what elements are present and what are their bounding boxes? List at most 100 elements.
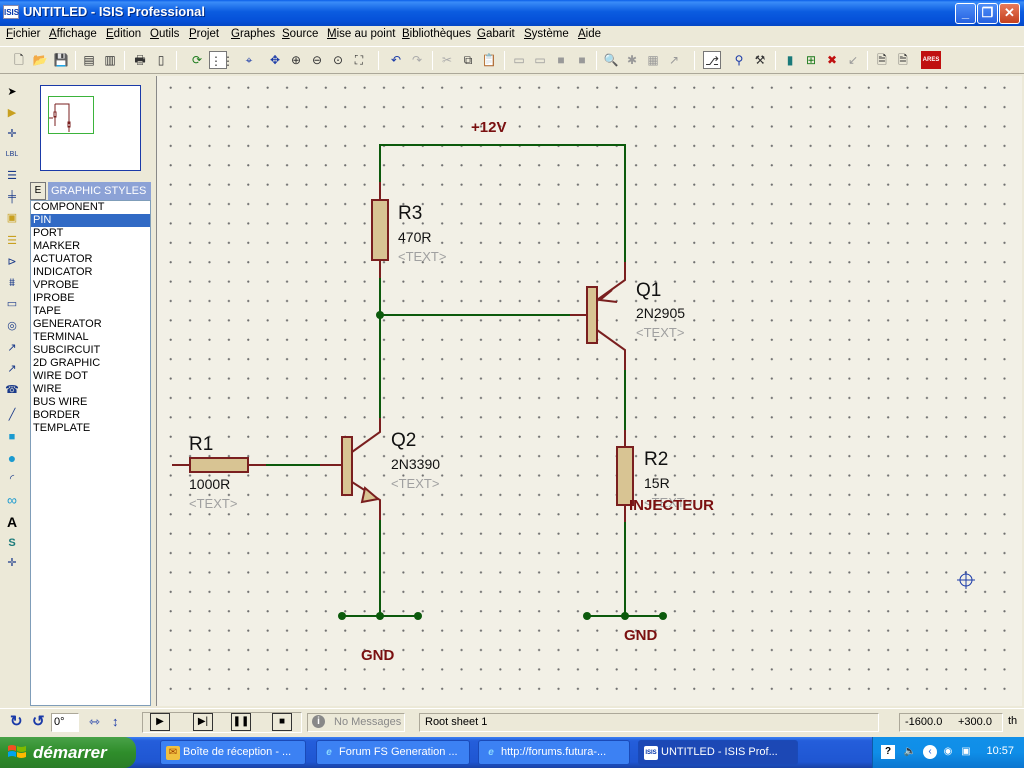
messages-panel[interactable]: i No Messages	[307, 713, 405, 732]
junction-dot[interactable]	[338, 612, 346, 620]
component-value[interactable]: 15R	[644, 475, 670, 491]
stop-button[interactable]: ■	[272, 713, 292, 731]
list-item[interactable]: BORDER	[31, 409, 150, 422]
list-item[interactable]: WIRE DOT	[31, 370, 150, 383]
ground-label[interactable]: GND	[361, 647, 395, 664]
step-button[interactable]: ▶|	[193, 713, 213, 731]
zoom-area-icon[interactable]: ⛶	[350, 51, 368, 69]
bill-of-materials-icon[interactable]: ↙	[844, 51, 862, 69]
list-item[interactable]: IPROBE	[31, 292, 150, 305]
close-button[interactable]: ✕	[999, 3, 1020, 24]
terminal-icon[interactable]: ☰	[3, 232, 21, 250]
pick-device-icon[interactable]: 🔍	[602, 51, 620, 69]
list-item[interactable]: ACTUATOR	[31, 253, 150, 266]
list-item[interactable]: 2D GRAPHIC	[31, 357, 150, 370]
wire-label-icon[interactable]: LBL	[3, 146, 21, 164]
help-icon[interactable]: ?	[881, 745, 895, 759]
bus-icon[interactable]: ╪	[3, 188, 21, 206]
task-forum-browser[interactable]: e Forum FS Generation ...	[316, 740, 470, 765]
generator-icon[interactable]: ◎	[3, 317, 21, 335]
block-copy-icon[interactable]: ▭	[510, 51, 528, 69]
package-icon[interactable]: ▦	[644, 51, 662, 69]
new-sheet-icon[interactable]: ▮	[781, 51, 799, 69]
component-value[interactable]: 2N2905	[636, 305, 685, 321]
menu-fichier[interactable]: Fichier	[6, 28, 41, 40]
menu-bibliotheques[interactable]: Bibliothèques	[402, 28, 471, 40]
power-label[interactable]: +12V	[471, 119, 506, 136]
component-ref[interactable]: R3	[398, 203, 422, 224]
line-icon[interactable]: ╱	[3, 406, 21, 424]
remove-sheet-icon[interactable]: ⊞	[802, 51, 820, 69]
edit-style-button[interactable]: E	[30, 182, 46, 200]
mirror-horizontal-icon[interactable]: ⇿	[89, 713, 100, 732]
exit-to-parent-icon[interactable]: ✖	[823, 51, 841, 69]
ground-label[interactable]: GND	[624, 627, 658, 644]
list-item[interactable]: SUBCIRCUIT	[31, 344, 150, 357]
copy-icon[interactable]: ⧉	[459, 51, 477, 69]
component-ref[interactable]: Q2	[391, 430, 416, 451]
pause-button[interactable]: ❚❚	[231, 713, 251, 731]
netlist-to-ares-icon[interactable]: ARES	[921, 51, 941, 69]
menu-outils[interactable]: Outils	[150, 28, 179, 40]
zoom-all-icon[interactable]: ⊙	[329, 51, 347, 69]
menu-mise-au-point[interactable]: Mise au point	[327, 28, 395, 40]
menu-aide[interactable]: Aide	[578, 28, 601, 40]
rotate-clockwise-icon[interactable]: ↻	[10, 713, 23, 732]
minimize-button[interactable]: _	[955, 3, 976, 24]
new-file-icon[interactable]: 🗋	[10, 51, 28, 69]
list-item[interactable]: GENERATOR	[31, 318, 150, 331]
overview-window[interactable]	[40, 85, 141, 171]
junction-dot[interactable]	[376, 612, 384, 620]
play-button[interactable]: ▶	[150, 713, 170, 731]
list-item[interactable]: TERMINAL	[31, 331, 150, 344]
save-icon[interactable]: 💾	[52, 51, 70, 69]
title-bar[interactable]: ISIS UNTITLED - ISIS Professional _ ❐ ✕	[0, 0, 1024, 26]
list-item[interactable]: WIRE	[31, 383, 150, 396]
virtual-instrument-icon[interactable]: ☎	[3, 381, 21, 399]
task-isis[interactable]: ISIS UNTITLED - ISIS Prof...	[638, 740, 798, 765]
property-tool-icon[interactable]: ⚒	[751, 51, 769, 69]
device-pin-icon[interactable]: ⊳	[3, 253, 21, 271]
symbol-icon[interactable]: S	[3, 534, 21, 552]
current-probe-icon[interactable]: ↗	[3, 360, 21, 378]
grid-icon[interactable]: ⋮⋮	[209, 51, 234, 69]
rotate-anticlockwise-icon[interactable]: ↺	[32, 713, 45, 732]
list-item[interactable]: COMPONENT	[31, 201, 150, 214]
task-mail[interactable]: ✉ Boîte de réception - ...	[160, 740, 306, 765]
back-arrow-icon[interactable]: ‹	[923, 745, 937, 759]
search-icon[interactable]: ⚲	[730, 51, 748, 69]
list-item[interactable]: TAPE	[31, 305, 150, 318]
list-item[interactable]: MARKER	[31, 240, 150, 253]
component-ref[interactable]: Q1	[636, 280, 661, 301]
graphic-styles-list[interactable]: COMPONENT PIN PORT MARKER ACTUATOR INDIC…	[30, 200, 151, 706]
rotation-field[interactable]: 0°	[51, 713, 79, 732]
graph-icon[interactable]: ⩩	[3, 274, 21, 292]
block-move-icon[interactable]: ▭	[531, 51, 549, 69]
refresh-icon[interactable]: ⟳	[188, 51, 206, 69]
pan-icon[interactable]: ✥	[266, 51, 284, 69]
text-icon[interactable]: A	[3, 513, 21, 531]
cut-icon[interactable]: ✂	[438, 51, 456, 69]
volume-icon[interactable]: 🔈	[903, 745, 917, 759]
junction-dot[interactable]	[659, 612, 667, 620]
list-item[interactable]: TEMPLATE	[31, 422, 150, 435]
menu-gabarit[interactable]: Gabarit	[477, 28, 515, 40]
tape-recorder-icon[interactable]: ▭	[3, 295, 21, 313]
netlist-icon[interactable]: 🗎	[894, 51, 912, 69]
list-item-selected[interactable]: PIN	[31, 214, 150, 227]
menu-source[interactable]: Source	[282, 28, 318, 40]
menu-projet[interactable]: Projet	[189, 28, 219, 40]
marker-icon[interactable]: ✛	[3, 554, 21, 572]
restore-button[interactable]: ❐	[977, 3, 998, 24]
print-icon[interactable]: 🖶	[131, 51, 149, 69]
menu-edition[interactable]: Edition	[106, 28, 141, 40]
start-button[interactable]: démarrer	[0, 737, 136, 768]
box-icon[interactable]: ■	[3, 428, 21, 446]
zoom-out-icon[interactable]: ⊖	[308, 51, 326, 69]
component-mode-icon[interactable]: ▶	[3, 104, 21, 122]
network-icon[interactable]: ◉	[941, 745, 955, 759]
menu-affichage[interactable]: Affichage	[49, 28, 97, 40]
zoom-in-icon[interactable]: ⊕	[287, 51, 305, 69]
menu-graphes[interactable]: Graphes	[231, 28, 275, 40]
text-script-icon[interactable]: ☰	[3, 167, 21, 185]
